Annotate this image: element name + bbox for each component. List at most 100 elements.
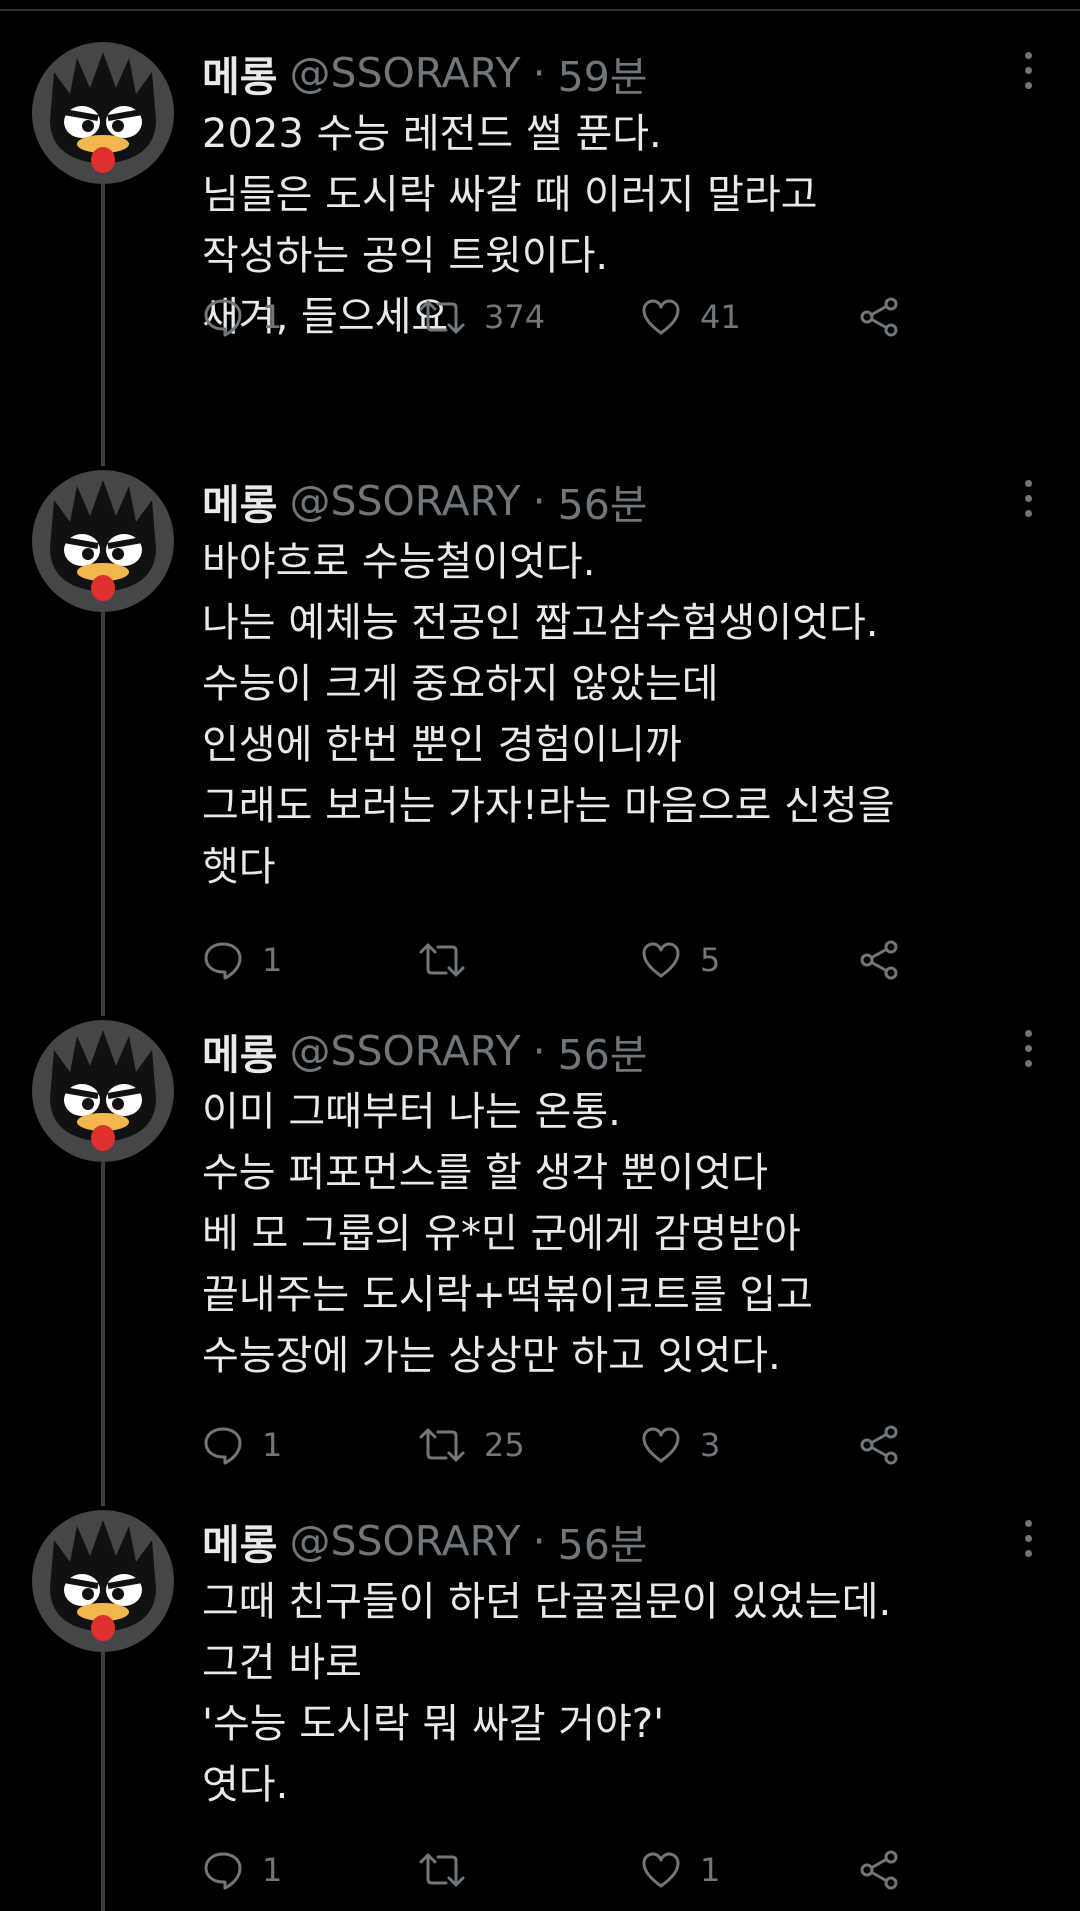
avatar[interactable] bbox=[32, 1510, 174, 1652]
tweet-line: 님들은 도시락 싸갈 때 이러지 말라고 bbox=[202, 172, 818, 218]
retweet-icon bbox=[419, 1428, 465, 1462]
tweet[interactable]: 메롱 @SSORARY · 56분 이미 그때부터 나는 온통. 수능 퍼포먼스… bbox=[0, 1020, 1080, 1470]
tweet-line: 인생에 한번 뿐인 경험이니까 bbox=[202, 722, 682, 768]
reply-icon bbox=[204, 299, 242, 337]
tweet-text: 그때 친구들이 하던 단골질문이 있었는데. 그건 바로 '수능 도시락 뭐 싸… bbox=[202, 1572, 1042, 1816]
tweet-line: 작성하는 공익 트윗이다. bbox=[202, 233, 609, 279]
tweet[interactable]: 메롱 @SSORARY · 56분 그때 친구들이 하던 단골질문이 있었는데.… bbox=[0, 1510, 1080, 1900]
heart-icon bbox=[642, 1852, 680, 1888]
like-count: 41 bbox=[700, 298, 741, 336]
retweet-count: 25 bbox=[484, 1426, 525, 1464]
retweet-button[interactable]: 25 bbox=[418, 1420, 525, 1470]
tweet-line: 수능 퍼포먼스를 할 생각 뿐이엇다 bbox=[202, 1150, 769, 1196]
timestamp[interactable]: 56분 bbox=[558, 471, 648, 531]
reply-button[interactable]: 1 bbox=[202, 935, 282, 985]
share-button[interactable] bbox=[858, 1845, 900, 1895]
avatar-image bbox=[50, 480, 156, 601]
avatar[interactable] bbox=[32, 42, 174, 184]
like-button[interactable]: 41 bbox=[640, 292, 741, 342]
tweet-header: 메롱 @SSORARY · 59분 bbox=[202, 42, 648, 104]
reply-icon bbox=[204, 942, 242, 980]
display-name[interactable]: 메롱 bbox=[202, 1511, 277, 1571]
retweet-icon bbox=[419, 300, 465, 334]
like-button[interactable]: 3 bbox=[640, 1420, 720, 1470]
reply-count: 1 bbox=[262, 1851, 283, 1889]
avatar-image bbox=[50, 52, 156, 173]
like-count: 1 bbox=[700, 1851, 721, 1889]
display-name[interactable]: 메롱 bbox=[202, 43, 277, 103]
tweet[interactable]: 메롱 @SSORARY · 56분 바야흐로 수능철이엇다. 나는 예체능 전공… bbox=[0, 470, 1080, 990]
handle[interactable]: @SSORARY bbox=[289, 49, 520, 97]
retweet-icon bbox=[419, 1853, 465, 1887]
retweet-icon bbox=[419, 943, 465, 977]
heart-icon bbox=[642, 299, 680, 335]
more-options-icon[interactable] bbox=[1008, 1026, 1048, 1072]
tweet-actions: 1 374 41 bbox=[202, 292, 962, 342]
separator-dot: · bbox=[532, 1517, 546, 1565]
reply-button[interactable]: 1 bbox=[202, 1845, 282, 1895]
reply-button[interactable]: 1 bbox=[202, 1420, 282, 1470]
retweet-button[interactable] bbox=[418, 1845, 484, 1895]
tweet-actions: 1 5 bbox=[202, 935, 962, 985]
handle[interactable]: @SSORARY bbox=[289, 1517, 520, 1565]
timestamp[interactable]: 56분 bbox=[558, 1511, 648, 1571]
display-name[interactable]: 메롱 bbox=[202, 1021, 277, 1081]
share-button[interactable] bbox=[858, 292, 900, 342]
retweet-button[interactable]: 374 bbox=[418, 292, 545, 342]
timestamp[interactable]: 56분 bbox=[558, 1021, 648, 1081]
heart-icon bbox=[642, 942, 680, 978]
tweet-line: '수능 도시락 뭐 싸갈 거야?' bbox=[202, 1701, 665, 1747]
share-icon bbox=[860, 940, 898, 980]
timestamp[interactable]: 59분 bbox=[558, 43, 648, 103]
tweet-line: 그때 친구들이 하던 단골질문이 있었는데. bbox=[202, 1579, 892, 1625]
heart-icon bbox=[642, 1427, 680, 1463]
reply-count: 1 bbox=[262, 1426, 283, 1464]
avatar-image bbox=[50, 1030, 156, 1151]
tweet-header: 메롱 @SSORARY · 56분 bbox=[202, 470, 648, 532]
tweet-line: 그래도 보러는 가자!라는 마음으로 신청을 bbox=[202, 783, 895, 829]
like-count: 3 bbox=[700, 1426, 721, 1464]
tweet-header: 메롱 @SSORARY · 56분 bbox=[202, 1020, 648, 1082]
like-button[interactable]: 1 bbox=[640, 1845, 720, 1895]
handle[interactable]: @SSORARY bbox=[289, 477, 520, 525]
avatar[interactable] bbox=[32, 470, 174, 612]
tweet-line: 나는 예체능 전공인 짭고삼수험생이엇다. bbox=[202, 600, 879, 646]
avatar-image bbox=[50, 1520, 156, 1641]
share-icon bbox=[860, 297, 898, 337]
tweet-header: 메롱 @SSORARY · 56분 bbox=[202, 1510, 648, 1572]
top-divider bbox=[0, 9, 1080, 11]
more-options-icon[interactable] bbox=[1008, 476, 1048, 522]
share-icon bbox=[860, 1850, 898, 1890]
tweet-line: 끝내주는 도시락+떡볶이코트를 입고 bbox=[202, 1272, 813, 1318]
separator-dot: · bbox=[532, 1027, 546, 1075]
tweet-actions: 1 25 3 bbox=[202, 1420, 962, 1470]
reply-button[interactable]: 1 bbox=[202, 292, 282, 342]
tweet-text: 이미 그때부터 나는 온통. 수능 퍼포먼스를 할 생각 뿐이엇다 베 모 그룹… bbox=[202, 1082, 1042, 1387]
tweet-line: 수능이 크게 중요하지 않았는데 bbox=[202, 661, 719, 707]
reply-icon bbox=[204, 1427, 242, 1465]
tweet[interactable]: 메롱 @SSORARY · 59분 2023 수능 레전드 썰 푼다. 님들은 … bbox=[0, 42, 1080, 422]
more-options-icon[interactable] bbox=[1008, 48, 1048, 94]
retweet-count: 374 bbox=[484, 298, 546, 336]
tweet-actions: 1 1 bbox=[202, 1845, 962, 1895]
reply-icon bbox=[204, 1852, 242, 1890]
like-count: 5 bbox=[700, 941, 721, 979]
tweet-line: 이미 그때부터 나는 온통. bbox=[202, 1089, 621, 1135]
tweet-line: 엿다. bbox=[202, 1762, 289, 1808]
share-button[interactable] bbox=[858, 1420, 900, 1470]
separator-dot: · bbox=[532, 49, 546, 97]
more-options-icon[interactable] bbox=[1008, 1516, 1048, 1562]
tweet-line: 햇다 bbox=[202, 844, 276, 890]
tweet-text: 바야흐로 수능철이엇다. 나는 예체능 전공인 짭고삼수험생이엇다. 수능이 크… bbox=[202, 532, 1042, 898]
separator-dot: · bbox=[532, 477, 546, 525]
retweet-button[interactable] bbox=[418, 935, 484, 985]
avatar[interactable] bbox=[32, 1020, 174, 1162]
like-button[interactable]: 5 bbox=[640, 935, 720, 985]
share-button[interactable] bbox=[858, 935, 900, 985]
handle[interactable]: @SSORARY bbox=[289, 1027, 520, 1075]
reply-count: 1 bbox=[262, 298, 283, 336]
tweet-line: 수능장에 가는 상상만 하고 잇엇다. bbox=[202, 1333, 781, 1379]
tweet-line: 2023 수능 레전드 썰 푼다. bbox=[202, 111, 662, 157]
tweet-line: 베 모 그룹의 유*민 군에게 감명받아 bbox=[202, 1211, 801, 1257]
display-name[interactable]: 메롱 bbox=[202, 471, 277, 531]
